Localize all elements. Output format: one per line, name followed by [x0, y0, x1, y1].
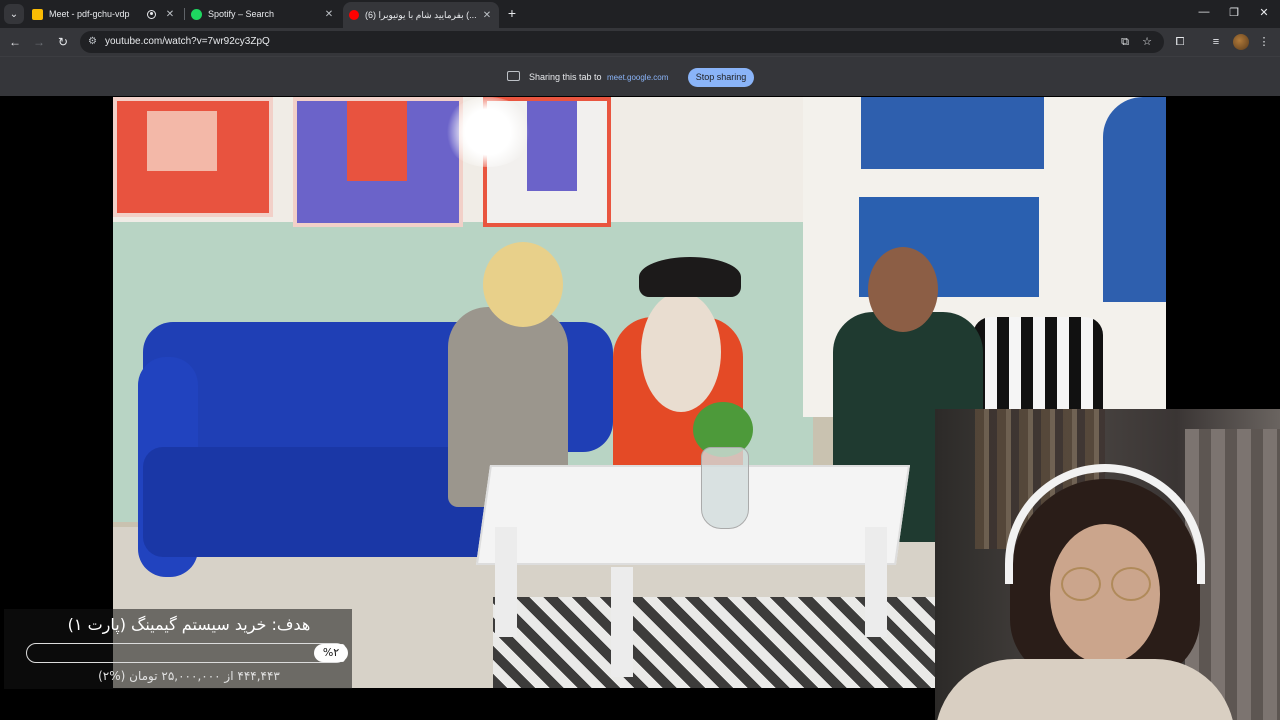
- tab-search-button[interactable]: ⌄: [4, 4, 24, 24]
- tab-spotify[interactable]: Spotify – Search ✕: [185, 2, 341, 26]
- tab-sharing-bar: Sharing this tab to meet.google.com Stop…: [0, 56, 1280, 96]
- screen-share-icon: [507, 71, 520, 81]
- tab-youtube[interactable]: (6) بفرمایید شام با یوتیوبرا (... ✕: [343, 2, 499, 28]
- maximize-icon[interactable]: ❐: [1226, 6, 1242, 19]
- goal-title: هدف: خرید سیستم گیمینگ (پارت ۱): [67, 615, 311, 634]
- spotify-icon: [191, 8, 202, 20]
- tab-label: (6) بفرمایید شام با یوتیوبرا (...: [365, 9, 477, 20]
- webcam-person-shirt: [935, 659, 1235, 720]
- browser-toolbar: ← → ↻ ⚙ youtube.com/watch?v=7wr92cy3ZpQ …: [0, 28, 1280, 56]
- tab-label: Spotify – Search: [208, 9, 275, 19]
- scene-person-head: [483, 242, 563, 327]
- new-tab-button[interactable]: +: [504, 5, 520, 21]
- extensions-icon[interactable]: ⧠: [1172, 34, 1188, 50]
- wall-art: [113, 97, 273, 217]
- address-bar[interactable]: ⚙ youtube.com/watch?v=7wr92cy3ZpQ ⧉ ☆: [80, 31, 1164, 53]
- scene-shelf: [861, 97, 1044, 169]
- minimize-icon[interactable]: —: [1196, 6, 1212, 18]
- close-icon[interactable]: ✕: [323, 9, 335, 20]
- back-icon[interactable]: ←: [7, 34, 23, 50]
- goal-progress-bar: [26, 643, 346, 663]
- tab-label: Meet - pdf-gchu-vdp: [49, 9, 130, 19]
- media-controls-icon[interactable]: ≡: [1208, 34, 1224, 50]
- webcam-overlay: [935, 409, 1280, 720]
- install-app-icon[interactable]: ⧉: [1118, 35, 1132, 49]
- tab-meet[interactable]: Meet - pdf-gchu-vdp ✕: [26, 2, 182, 26]
- stop-sharing-button[interactable]: Stop sharing: [688, 68, 754, 87]
- scene-table-leg: [865, 527, 887, 637]
- close-icon[interactable]: ✕: [481, 10, 493, 21]
- sharing-target-link[interactable]: meet.google.com: [607, 73, 668, 82]
- youtube-icon: [349, 10, 359, 20]
- reload-icon[interactable]: ↻: [55, 34, 71, 50]
- bookmark-star-icon[interactable]: ☆: [1140, 35, 1154, 49]
- url-text: youtube.com/watch?v=7wr92cy3ZpQ: [105, 36, 270, 47]
- scene-vase: [701, 447, 749, 529]
- lamp-glow: [443, 97, 533, 167]
- scene-shelf: [1103, 97, 1166, 302]
- donation-goal-overlay: هدف: خرید سیستم گیمینگ (پارت ۱) %۲ ۴۴۴,۴…: [4, 609, 352, 689]
- video-page: هدف: خرید سیستم گیمینگ (پارت ۱) %۲ ۴۴۴,۴…: [0, 96, 1280, 720]
- recording-icon: [147, 9, 156, 19]
- scene-person-head: [641, 292, 721, 412]
- meet-icon: [32, 8, 43, 20]
- scene-table: [475, 465, 911, 565]
- site-info-icon[interactable]: ⚙: [88, 36, 100, 48]
- menu-icon[interactable]: ⋮: [1256, 34, 1272, 50]
- chevron-down-icon: ⌄: [9, 8, 19, 20]
- wall-art: [293, 97, 463, 227]
- scene-person-head: [868, 247, 938, 332]
- profile-avatar[interactable]: [1233, 34, 1249, 50]
- close-icon[interactable]: ✕: [164, 9, 176, 20]
- goal-amount-text: ۴۴۴,۴۴۳ از ۲۵,۰۰۰,۰۰۰ تومان (%۲): [98, 669, 280, 683]
- forward-icon[interactable]: →: [31, 34, 47, 50]
- tab-strip: ⌄ Meet - pdf-gchu-vdp ✕ Spotify – Search…: [0, 0, 1280, 28]
- window-close-icon[interactable]: ✕: [1256, 6, 1272, 19]
- scene-table-leg: [495, 527, 517, 637]
- sharing-text: Sharing this tab to: [529, 72, 602, 82]
- scene-hat: [639, 257, 741, 297]
- scene-table-leg: [611, 567, 633, 677]
- goal-percent-badge: %۲: [314, 644, 348, 662]
